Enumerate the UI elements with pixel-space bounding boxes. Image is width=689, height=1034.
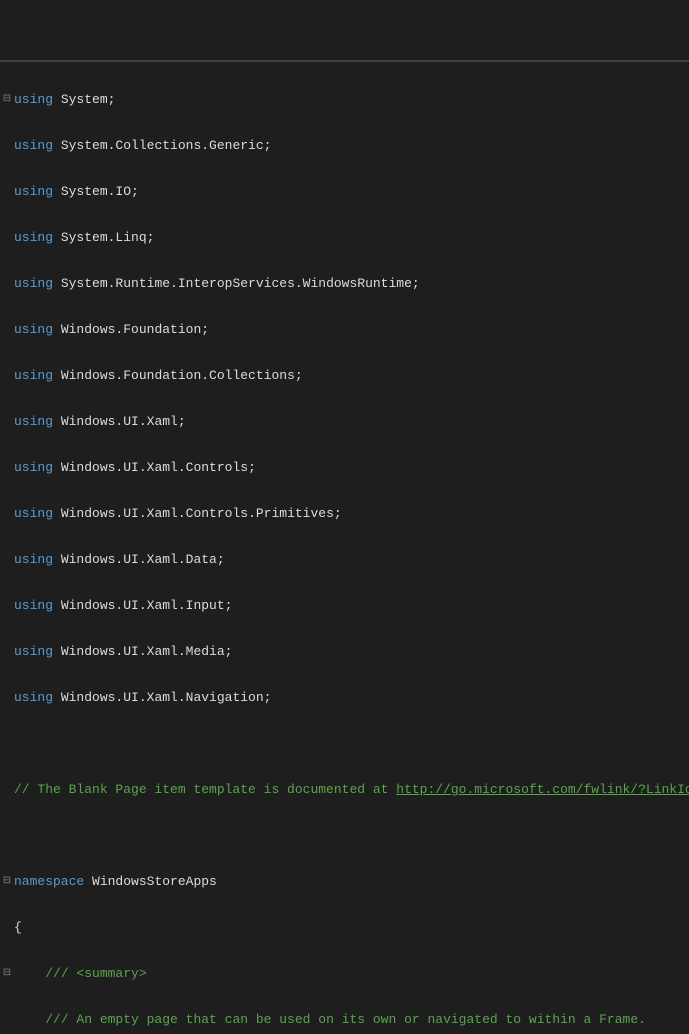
namespace-ref: System bbox=[61, 92, 108, 107]
comment: // The Blank Page item template is docum… bbox=[14, 782, 396, 797]
text: ; bbox=[108, 92, 116, 107]
code-line[interactable]: using Windows.Foundation.Collections; bbox=[14, 368, 689, 384]
keyword: using bbox=[14, 276, 53, 291]
keyword: using bbox=[14, 690, 53, 705]
code-line[interactable]: using Windows.Foundation; bbox=[14, 322, 689, 338]
keyword: using bbox=[14, 184, 53, 199]
namespace-ref: System.Linq bbox=[61, 230, 147, 245]
code-line[interactable]: using Windows.UI.Xaml.Controls.Primitive… bbox=[14, 506, 689, 522]
code-line[interactable]: using System.Collections.Generic; bbox=[14, 138, 689, 154]
keyword: using bbox=[14, 644, 53, 659]
namespace-name: WindowsStoreApps bbox=[92, 874, 217, 889]
brace: { bbox=[14, 920, 22, 935]
keyword: using bbox=[14, 414, 53, 429]
code-line[interactable]: using System; bbox=[14, 92, 689, 108]
namespace-ref: Windows.UI.Xaml bbox=[61, 414, 178, 429]
code-line[interactable]: /// <summary> bbox=[14, 966, 689, 982]
code-area[interactable]: using System; using System.Collections.G… bbox=[14, 62, 689, 577]
hyperlink[interactable]: http://go.microsoft.com/fwlink/?LinkId=2… bbox=[396, 782, 689, 797]
doc-comment: /// An empty page that can be used on it… bbox=[45, 1012, 646, 1027]
keyword: using bbox=[14, 230, 53, 245]
namespace-ref: Windows.UI.Xaml.Data bbox=[61, 552, 217, 567]
code-line[interactable] bbox=[14, 736, 689, 752]
keyword: using bbox=[14, 138, 53, 153]
keyword: using bbox=[14, 506, 53, 521]
code-line[interactable]: using Windows.UI.Xaml.Data; bbox=[14, 552, 689, 568]
namespace-ref: Windows.UI.Xaml.Media bbox=[61, 644, 225, 659]
code-line[interactable]: using Windows.UI.Xaml; bbox=[14, 414, 689, 430]
code-line[interactable]: // The Blank Page item template is docum… bbox=[14, 782, 689, 798]
text bbox=[53, 92, 61, 107]
fold-toggle-icon[interactable]: ⊟ bbox=[0, 92, 14, 108]
doc-comment: /// <summary> bbox=[45, 966, 146, 981]
code-editor[interactable]: ⊟ ⊟ ⊟ ⊟ ⊟ using System; using System.Co bbox=[0, 60, 689, 577]
keyword: using bbox=[14, 92, 53, 107]
code-line[interactable]: using System.Runtime.InteropServices.Win… bbox=[14, 276, 689, 292]
fold-toggle-icon[interactable]: ⊟ bbox=[0, 966, 14, 982]
namespace-ref: Windows.Foundation.Collections bbox=[61, 368, 295, 383]
keyword: using bbox=[14, 598, 53, 613]
code-line[interactable]: using Windows.UI.Xaml.Media; bbox=[14, 644, 689, 660]
namespace-ref: Windows.UI.Xaml.Controls.Primitives bbox=[61, 506, 334, 521]
code-line[interactable]: using Windows.UI.Xaml.Controls; bbox=[14, 460, 689, 476]
namespace-ref: System.IO bbox=[61, 184, 131, 199]
namespace-ref: System.Collections.Generic bbox=[61, 138, 264, 153]
keyword: using bbox=[14, 368, 53, 383]
code-line[interactable]: using Windows.UI.Xaml.Input; bbox=[14, 598, 689, 614]
code-line[interactable]: namespace WindowsStoreApps bbox=[14, 874, 689, 890]
keyword: using bbox=[14, 460, 53, 475]
namespace-ref: Windows.Foundation bbox=[61, 322, 201, 337]
namespace-ref: Windows.UI.Xaml.Navigation bbox=[61, 690, 264, 705]
keyword: using bbox=[14, 552, 53, 567]
keyword: using bbox=[14, 322, 53, 337]
code-line[interactable]: { bbox=[14, 920, 689, 936]
outline-gutter: ⊟ ⊟ ⊟ ⊟ ⊟ bbox=[0, 62, 14, 577]
fold-toggle-icon[interactable]: ⊟ bbox=[0, 874, 14, 890]
namespace-ref: System.Runtime.InteropServices.WindowsRu… bbox=[61, 276, 412, 291]
code-line[interactable] bbox=[14, 828, 689, 844]
namespace-ref: Windows.UI.Xaml.Controls bbox=[61, 460, 248, 475]
code-line[interactable]: using Windows.UI.Xaml.Navigation; bbox=[14, 690, 689, 706]
code-line[interactable]: /// An empty page that can be used on it… bbox=[14, 1012, 689, 1028]
namespace-ref: Windows.UI.Xaml.Input bbox=[61, 598, 225, 613]
keyword: namespace bbox=[14, 874, 84, 889]
code-line[interactable]: using System.IO; bbox=[14, 184, 689, 200]
code-line[interactable]: using System.Linq; bbox=[14, 230, 689, 246]
